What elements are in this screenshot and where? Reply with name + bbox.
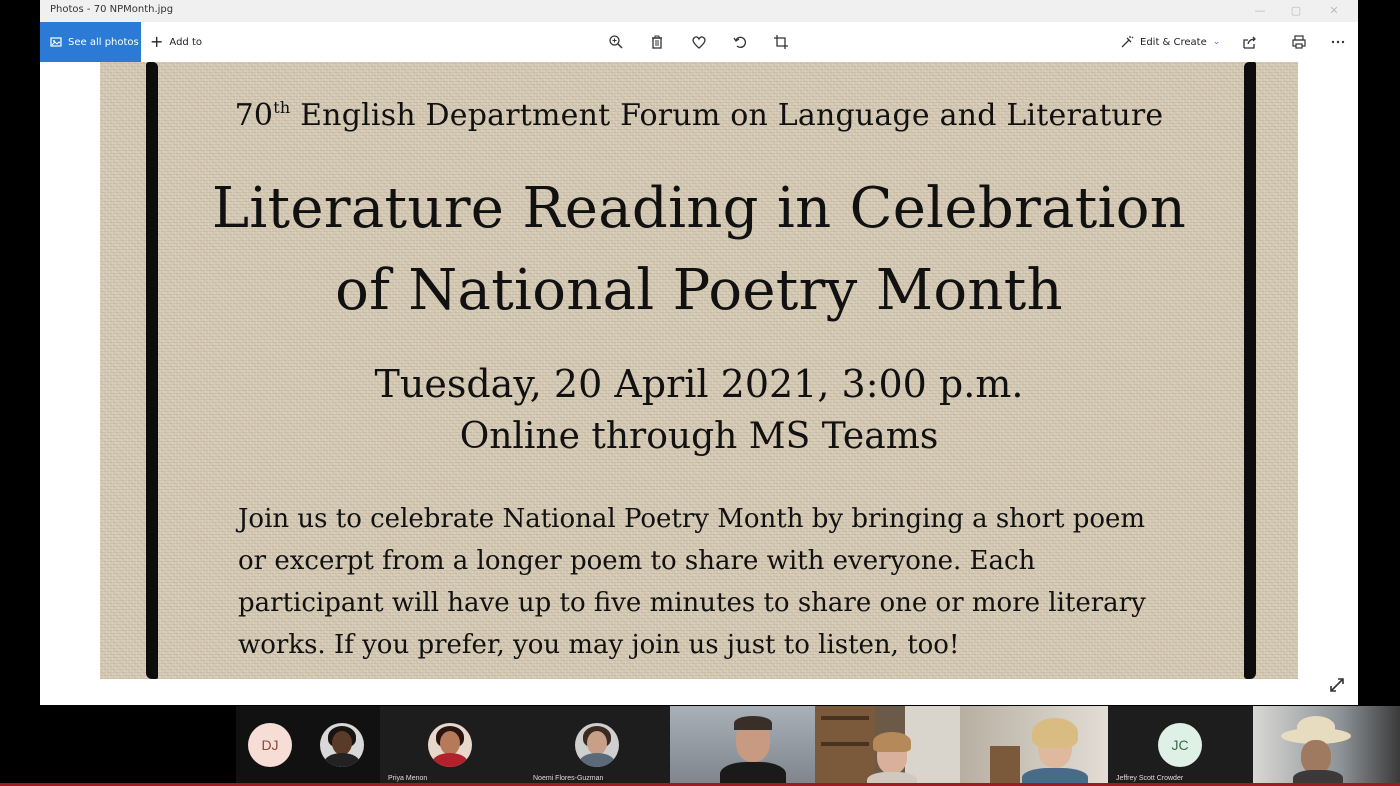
participant-tile[interactable] xyxy=(318,706,380,786)
minimize-button[interactable]: — xyxy=(1242,0,1278,22)
more-icon[interactable] xyxy=(1330,34,1346,50)
favorite-icon[interactable] xyxy=(691,34,707,50)
forum-suffix: th xyxy=(273,98,291,117)
chevron-down-icon: ⌄ xyxy=(1212,37,1221,47)
participant-video[interactable] xyxy=(1253,706,1400,786)
participant-video[interactable] xyxy=(815,706,960,786)
participant-name: Jeffrey Scott Crowder xyxy=(1116,775,1184,782)
poster-title-line-2: of National Poetry Month xyxy=(335,258,1063,323)
poster-image: 70th English Department Forum on Languag… xyxy=(100,62,1298,679)
participant-video[interactable] xyxy=(670,706,815,786)
crop-icon[interactable] xyxy=(773,34,789,50)
participant-tile[interactable]: Priya Menon xyxy=(380,706,525,786)
participant-name: Noemi Flores-Guzman xyxy=(533,775,604,782)
avatar xyxy=(320,723,364,767)
plus-icon: + xyxy=(150,32,164,51)
fullscreen-icon[interactable] xyxy=(1328,676,1348,696)
forum-heading: 70th English Department Forum on Languag… xyxy=(100,98,1298,133)
participant-video[interactable] xyxy=(960,706,1108,786)
participant-tile[interactable]: JC Jeffrey Scott Crowder xyxy=(1108,706,1253,786)
participant-strip: DJ Priya Menon Noemi Flores-Guzman JC Je… xyxy=(0,705,1400,786)
close-button[interactable]: ✕ xyxy=(1316,0,1352,22)
see-all-photos-label: See all photos xyxy=(68,36,139,48)
edit-create-button[interactable]: Edit & Create ⌄ xyxy=(1120,22,1220,62)
avatar: DJ xyxy=(248,723,292,767)
screen: Photos - 70 NPMonth.jpg — ▢ ✕ See all ph… xyxy=(0,0,1400,786)
participant-name: Priya Menon xyxy=(388,775,428,782)
edit-create-icon xyxy=(1121,36,1134,48)
photos-app-window: Photos - 70 NPMonth.jpg — ▢ ✕ See all ph… xyxy=(40,0,1358,705)
title-bar: Photos - 70 NPMonth.jpg — ▢ ✕ xyxy=(40,0,1358,22)
poster-title-line-1: Literature Reading in Celebration xyxy=(211,176,1187,241)
avatar xyxy=(575,723,619,767)
window-title: Photos - 70 NPMonth.jpg xyxy=(50,4,174,15)
event-date: Tuesday, 20 April 2021, 3:00 p.m. xyxy=(374,362,1024,406)
see-all-photos-button[interactable]: See all photos xyxy=(40,22,141,62)
delete-icon[interactable] xyxy=(649,34,665,50)
maximize-button[interactable]: ▢ xyxy=(1278,0,1314,22)
participant-tile[interactable]: Noemi Flores-Guzman xyxy=(525,706,670,786)
rotate-icon[interactable] xyxy=(732,34,748,50)
share-icon[interactable] xyxy=(1242,34,1258,50)
avatar xyxy=(428,723,472,767)
add-to-button[interactable]: + Add to xyxy=(150,22,202,62)
zoom-icon[interactable] xyxy=(608,34,624,50)
event-location: Online through MS Teams xyxy=(459,416,939,457)
participant-tile[interactable]: DJ xyxy=(236,706,318,786)
avatar: JC xyxy=(1158,723,1202,767)
add-to-label: Add to xyxy=(169,36,202,48)
edit-create-label: Edit & Create xyxy=(1140,36,1207,48)
poster-body-text: Join us to celebrate National Poetry Mon… xyxy=(238,504,1146,660)
toolbar: See all photos + Add to Edit & Create ⌄ xyxy=(40,22,1358,62)
photos-icon xyxy=(50,37,62,47)
print-icon[interactable] xyxy=(1291,34,1307,50)
forum-number: 70 xyxy=(234,98,274,133)
forum-rest: English Department Forum on Language and… xyxy=(290,98,1164,133)
